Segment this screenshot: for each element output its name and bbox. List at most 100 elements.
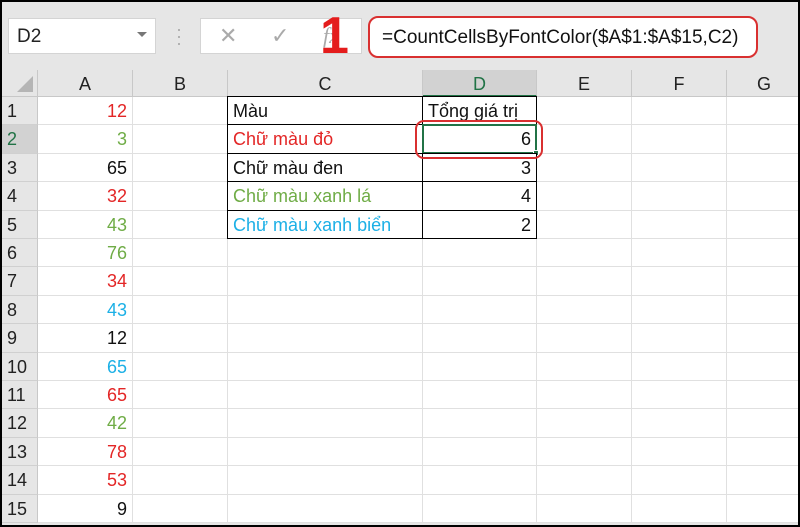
cell-g13[interactable] bbox=[727, 437, 798, 467]
cell-g12[interactable] bbox=[727, 409, 798, 438]
cell-f1[interactable] bbox=[632, 97, 727, 126]
formula-input[interactable]: =CountCellsByFontColor($A$1:$A$15,C2) bbox=[368, 16, 758, 58]
column-header-e[interactable]: E bbox=[537, 70, 632, 97]
cell-e13[interactable] bbox=[537, 437, 632, 467]
cell-g3[interactable] bbox=[727, 153, 798, 183]
cell-f3[interactable] bbox=[632, 153, 727, 183]
cell-b9[interactable] bbox=[133, 324, 228, 353]
row-header-14[interactable]: 14 bbox=[2, 466, 38, 495]
cell-a12[interactable]: 42 bbox=[38, 409, 133, 438]
cell-b7[interactable] bbox=[133, 267, 228, 296]
cell-g7[interactable] bbox=[727, 267, 798, 296]
cell-g2[interactable] bbox=[727, 125, 798, 154]
cell-c10[interactable] bbox=[228, 352, 423, 381]
cell-f4[interactable] bbox=[632, 182, 727, 211]
cell-d15[interactable] bbox=[423, 494, 537, 523]
column-header-a[interactable]: A bbox=[38, 70, 133, 97]
cell-e7[interactable] bbox=[537, 267, 632, 296]
cell-e9[interactable] bbox=[537, 324, 632, 353]
cell-a13[interactable]: 78 bbox=[38, 437, 133, 467]
cell-b11[interactable] bbox=[133, 381, 228, 410]
cell-e12[interactable] bbox=[537, 409, 632, 438]
cell-a11[interactable]: 65 bbox=[38, 381, 133, 410]
cell-d10[interactable] bbox=[423, 352, 537, 381]
cell-g5[interactable] bbox=[727, 210, 798, 239]
cell-d6[interactable] bbox=[423, 239, 537, 268]
cell-a10[interactable]: 65 bbox=[38, 352, 133, 381]
cell-f14[interactable] bbox=[632, 466, 727, 495]
cell-f13[interactable] bbox=[632, 437, 727, 467]
cell-a15[interactable]: 9 bbox=[38, 494, 133, 523]
name-box[interactable]: D2 bbox=[8, 18, 156, 54]
cell-f7[interactable] bbox=[632, 267, 727, 296]
cell-e14[interactable] bbox=[537, 466, 632, 495]
cell-a5[interactable]: 43 bbox=[38, 210, 133, 239]
cell-e15[interactable] bbox=[537, 494, 632, 523]
row-header-3[interactable]: 3 bbox=[2, 153, 38, 183]
cell-f10[interactable] bbox=[632, 352, 727, 381]
cell-d13[interactable] bbox=[423, 437, 537, 467]
enter-icon[interactable]: ✓ bbox=[271, 23, 289, 49]
cell-b12[interactable] bbox=[133, 409, 228, 438]
cell-e11[interactable] bbox=[537, 381, 632, 410]
cell-a2[interactable]: 3 bbox=[38, 125, 133, 154]
row-header-13[interactable]: 13 bbox=[2, 437, 38, 467]
row-header-6[interactable]: 6 bbox=[2, 239, 38, 268]
row-header-10[interactable]: 10 bbox=[2, 352, 38, 381]
cell-b4[interactable] bbox=[133, 182, 228, 211]
cell-g15[interactable] bbox=[727, 494, 798, 523]
cell-e10[interactable] bbox=[537, 352, 632, 381]
cell-a9[interactable]: 12 bbox=[38, 324, 133, 353]
cell-f15[interactable] bbox=[632, 494, 727, 523]
column-header-f[interactable]: F bbox=[632, 70, 727, 97]
row-header-11[interactable]: 11 bbox=[2, 381, 38, 410]
cell-g9[interactable] bbox=[727, 324, 798, 353]
drag-handle-icon[interactable]: · · · bbox=[176, 20, 182, 52]
column-header-d[interactable]: D bbox=[423, 70, 537, 97]
cell-c13[interactable] bbox=[228, 437, 423, 467]
cancel-icon[interactable]: ✕ bbox=[219, 23, 237, 49]
table-row-label[interactable]: Chữ màu đỏ bbox=[227, 124, 423, 154]
cell-d7[interactable] bbox=[423, 267, 537, 296]
table-row-label[interactable]: Chữ màu xanh biển bbox=[227, 209, 423, 239]
cell-e1[interactable] bbox=[537, 97, 632, 126]
cell-c11[interactable] bbox=[228, 381, 423, 410]
cell-c15[interactable] bbox=[228, 494, 423, 523]
cell-c8[interactable] bbox=[228, 295, 423, 325]
table-row-value[interactable]: 4 bbox=[422, 181, 537, 211]
cell-e3[interactable] bbox=[537, 153, 632, 183]
cell-d8[interactable] bbox=[423, 295, 537, 325]
cell-f12[interactable] bbox=[632, 409, 727, 438]
select-all-corner[interactable] bbox=[2, 70, 38, 97]
table-row-label[interactable]: Chữ màu xanh lá bbox=[227, 181, 423, 211]
row-header-7[interactable]: 7 bbox=[2, 267, 38, 296]
cell-f5[interactable] bbox=[632, 210, 727, 239]
cell-d14[interactable] bbox=[423, 466, 537, 495]
row-header-12[interactable]: 12 bbox=[2, 409, 38, 438]
row-header-4[interactable]: 4 bbox=[2, 182, 38, 211]
row-header-2[interactable]: 2 bbox=[2, 125, 38, 154]
cell-a6[interactable]: 76 bbox=[38, 239, 133, 268]
cell-e8[interactable] bbox=[537, 295, 632, 325]
cell-c7[interactable] bbox=[228, 267, 423, 296]
cell-f2[interactable] bbox=[632, 125, 727, 154]
cell-g8[interactable] bbox=[727, 295, 798, 325]
cell-g6[interactable] bbox=[727, 239, 798, 268]
cell-b6[interactable] bbox=[133, 239, 228, 268]
cell-a1[interactable]: 12 bbox=[38, 97, 133, 126]
cell-b2[interactable] bbox=[133, 125, 228, 154]
cell-a7[interactable]: 34 bbox=[38, 267, 133, 296]
cell-g14[interactable] bbox=[727, 466, 798, 495]
table-header-color[interactable]: Màu bbox=[227, 96, 423, 126]
row-header-5[interactable]: 5 bbox=[2, 210, 38, 239]
cell-g1[interactable] bbox=[727, 97, 798, 126]
cell-b14[interactable] bbox=[133, 466, 228, 495]
row-header-8[interactable]: 8 bbox=[2, 295, 38, 325]
table-row-label[interactable]: Chữ màu đen bbox=[227, 152, 423, 183]
cell-a8[interactable]: 43 bbox=[38, 295, 133, 325]
cell-f9[interactable] bbox=[632, 324, 727, 353]
cell-e2[interactable] bbox=[537, 125, 632, 154]
cell-b1[interactable] bbox=[133, 97, 228, 126]
cell-b5[interactable] bbox=[133, 210, 228, 239]
cell-c14[interactable] bbox=[228, 466, 423, 495]
